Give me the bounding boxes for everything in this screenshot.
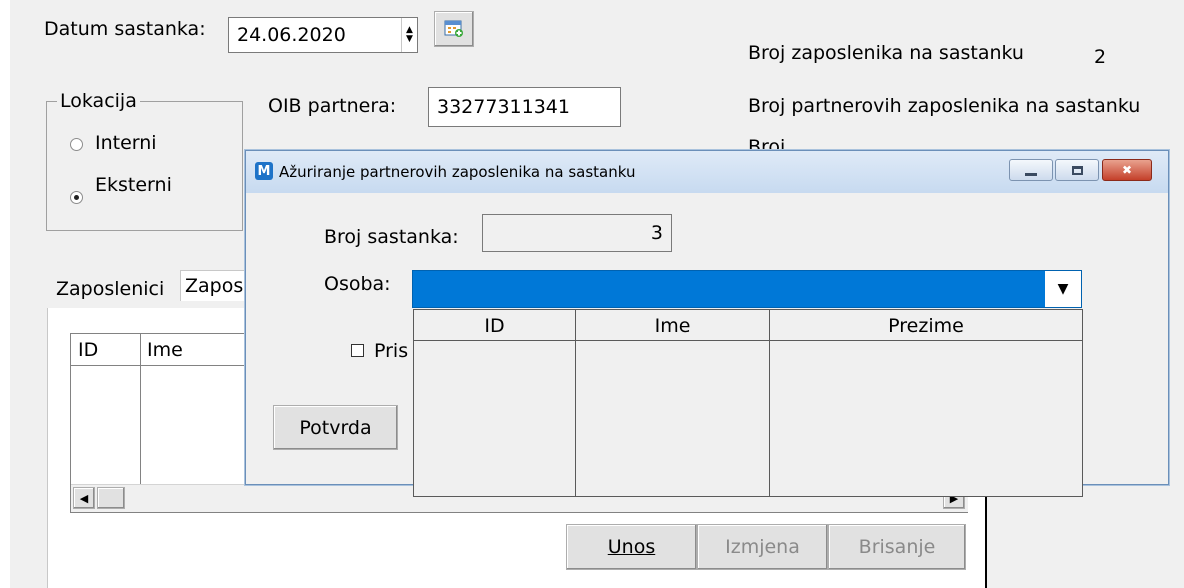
spin-down-icon[interactable]: ▼: [406, 35, 413, 44]
prisutan-checkbox[interactable]: [351, 344, 364, 357]
dropdown-header-id: ID: [484, 315, 505, 337]
izmjena-label: Izmjena: [725, 536, 800, 558]
osoba-dropdown-list[interactable]: ID Ime Prezime: [413, 309, 1083, 497]
oib-value: 33277311341: [437, 96, 570, 118]
broj-sastanka-field[interactable]: 3: [482, 214, 672, 252]
interni-label: Interni: [95, 132, 157, 154]
maximize-button[interactable]: [1055, 159, 1099, 181]
izmjena-button[interactable]: Izmjena: [697, 524, 828, 570]
close-icon: ✖: [1121, 163, 1133, 177]
maximize-icon: [1071, 165, 1083, 175]
potvrda-label: Potvrda: [299, 416, 372, 439]
grid-column-divider: [140, 334, 141, 484]
broj-sastanka-label: Broj sastanka:: [324, 226, 459, 248]
dropdown-header-ime: Ime: [654, 315, 691, 337]
app-icon: M: [255, 162, 273, 180]
prisutan-label: Pris: [374, 340, 409, 362]
radio-interni[interactable]: [70, 138, 83, 151]
dropdown-divider-2: [769, 310, 770, 496]
osoba-label: Osoba:: [324, 273, 391, 295]
minimize-button[interactable]: [1009, 159, 1053, 181]
brisanje-button[interactable]: Brisanje: [828, 524, 966, 570]
broj-zaposlenika-value: 2: [1094, 46, 1107, 68]
broj-partnerovih-label: Broj partnerovih zaposlenika na sastanku: [748, 95, 1141, 117]
oib-field[interactable]: 33277311341: [428, 87, 621, 127]
dialog-title: Ažuriranje partnerovih zaposlenika na sa…: [279, 163, 636, 181]
minimize-icon: [1025, 172, 1037, 176]
dialog-titlebar[interactable]: M Ažuriranje partnerovih zaposlenika na …: [246, 151, 1168, 193]
brisanje-label: Brisanje: [858, 536, 936, 558]
osoba-combobox[interactable]: ▼: [412, 270, 1082, 308]
broj-third-label: Broj ...: [748, 136, 810, 150]
eksterni-label: Eksterni: [95, 174, 172, 196]
scroll-thumb[interactable]: [97, 487, 125, 509]
scroll-left-icon[interactable]: ◀: [73, 487, 95, 509]
calendar-add-icon: [444, 20, 463, 37]
unos-label: Unos: [607, 536, 656, 558]
lokacija-title: Lokacija: [57, 90, 140, 112]
broj-sastanka-value: 3: [650, 222, 663, 244]
dropdown-divider-1: [575, 310, 576, 496]
dropdown-header-prezime: Prezime: [888, 315, 964, 337]
chevron-down-icon[interactable]: ▼: [1045, 271, 1081, 307]
tab-zaposlenici[interactable]: Zaposlenici: [52, 274, 169, 304]
radio-eksterni[interactable]: [70, 191, 83, 204]
broj-zaposlenika-label: Broj zaposlenika na sastanku: [748, 42, 1024, 64]
oib-label: OIB partnera:: [268, 95, 397, 117]
grid-header-ime: Ime: [147, 339, 183, 361]
calendar-button[interactable]: [434, 11, 474, 47]
close-button[interactable]: ✖: [1102, 159, 1152, 181]
lokacija-groupbox: [46, 101, 243, 231]
datum-value: 24.06.2020: [237, 24, 346, 46]
tab-partnerovi-zaposlenici[interactable]: Zapos: [180, 270, 249, 301]
unos-button[interactable]: Unos: [566, 524, 697, 570]
datum-spinner[interactable]: ▲ ▼: [401, 18, 417, 52]
datum-picker[interactable]: 24.06.2020 ▲ ▼: [228, 17, 418, 53]
grid-header-id: ID: [78, 339, 99, 361]
datum-label: Datum sastanka:: [44, 18, 206, 40]
potvrda-button[interactable]: Potvrda: [273, 405, 398, 450]
